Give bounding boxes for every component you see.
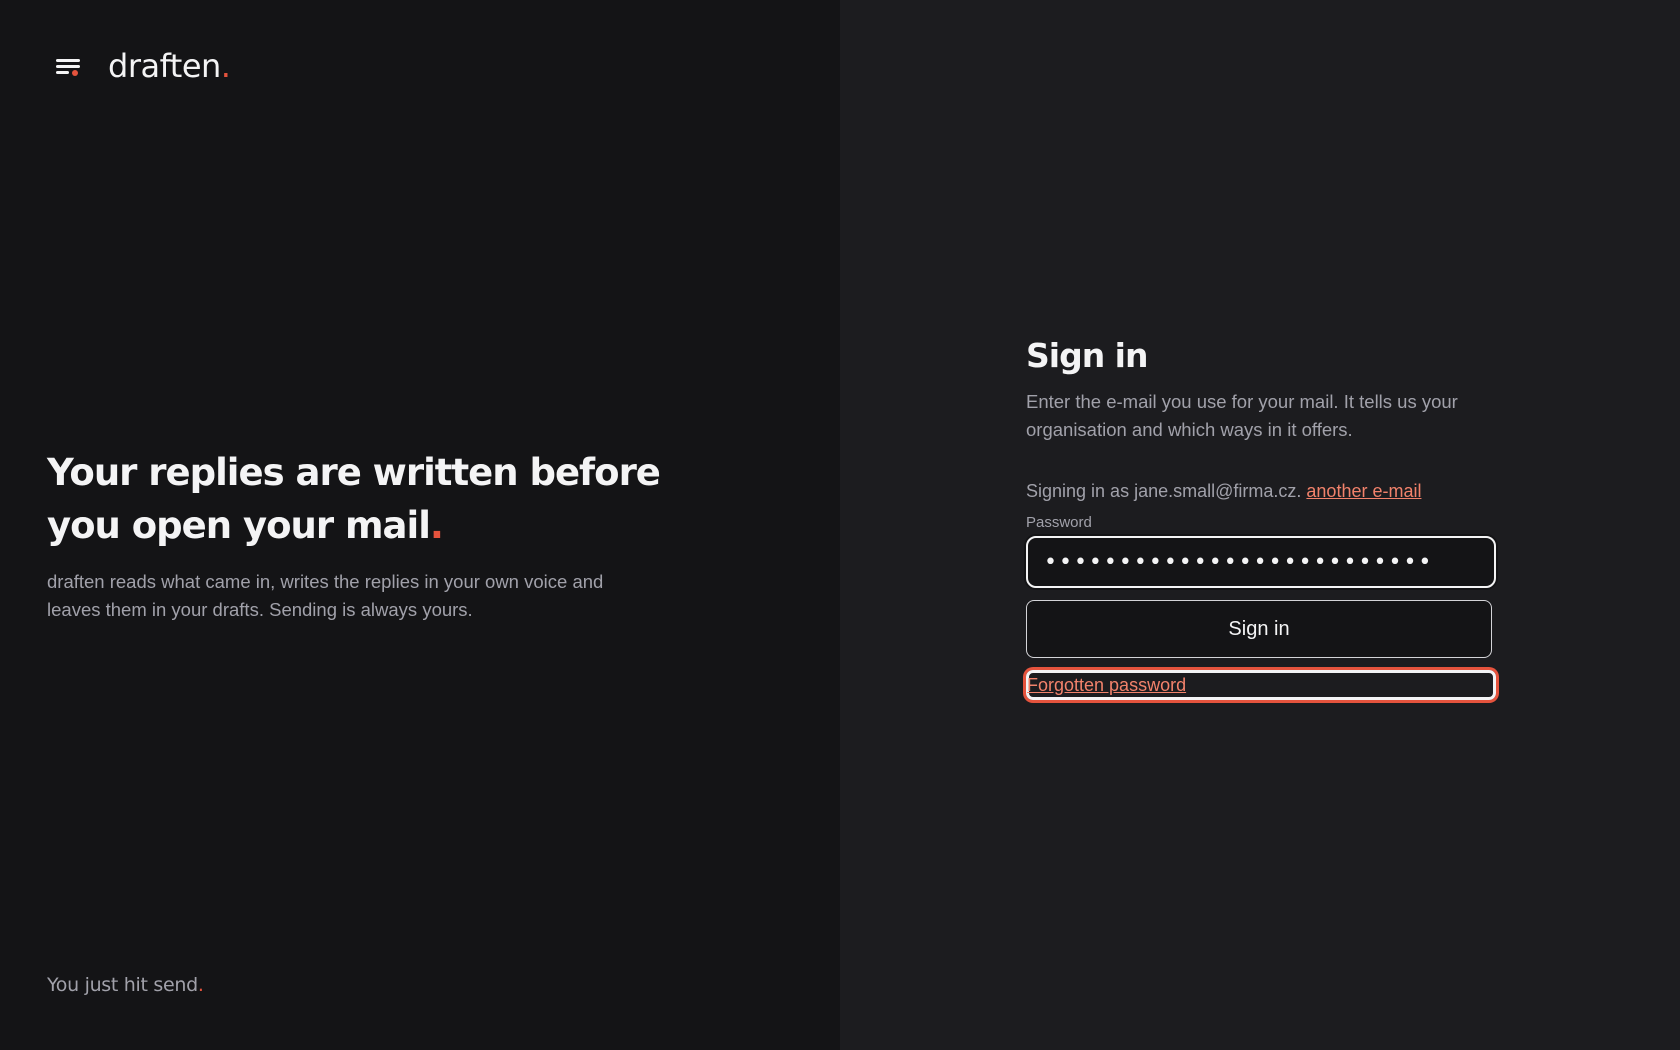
hero-copy: Your replies are written before you open… — [47, 446, 687, 624]
signin-button[interactable]: Sign in — [1026, 600, 1492, 658]
signin-form: Sign in Enter the e-mail you use for you… — [1026, 334, 1496, 700]
menu-accent-dot — [72, 70, 78, 76]
tagline-text: You just hit send — [47, 974, 198, 996]
brand-header: draften. — [56, 47, 231, 85]
logo-text: draften — [108, 47, 221, 85]
signin-intro: Enter the e-mail you use for your mail. … — [1026, 391, 1458, 440]
hero-headline-dot: . — [429, 504, 444, 547]
hero-headline: Your replies are written before you open… — [47, 446, 687, 552]
hero-headline-line2: you open your mail — [47, 504, 431, 547]
signin-title: Sign in — [1026, 336, 1149, 375]
hero-panel: draften. Your replies are written before… — [0, 0, 840, 1050]
logo-wordmark[interactable]: draften. — [108, 47, 231, 85]
menu-line — [56, 71, 69, 74]
footer-tagline: You just hit send. — [47, 974, 204, 996]
tagline-dot: . — [197, 974, 204, 996]
password-field[interactable] — [1026, 536, 1496, 588]
signing-in-as-text: Signing in as jane.small@firma.cz. — [1026, 481, 1302, 501]
hero-headline-line1: Your replies are written before — [47, 451, 661, 494]
forgot-password-link[interactable]: Forgotten password — [1027, 674, 1186, 696]
logo-dot: . — [220, 47, 231, 85]
menu-line — [56, 65, 80, 68]
menu-line — [56, 59, 80, 62]
forgot-password-focus-ring: Forgotten password — [1026, 670, 1496, 700]
hero-description: draften reads what came in, writes the r… — [47, 571, 604, 620]
password-label: Password — [1026, 514, 1092, 531]
signin-panel: Sign in Enter the e-mail you use for you… — [840, 0, 1680, 1050]
page: draften. Your replies are written before… — [0, 0, 1680, 1050]
signing-in-as: Signing in as jane.small@firma.cz. anoth… — [1026, 478, 1496, 504]
another-email-link[interactable]: another e-mail — [1306, 481, 1421, 501]
password-input[interactable] — [1044, 549, 1478, 575]
menu-icon[interactable] — [56, 55, 82, 77]
